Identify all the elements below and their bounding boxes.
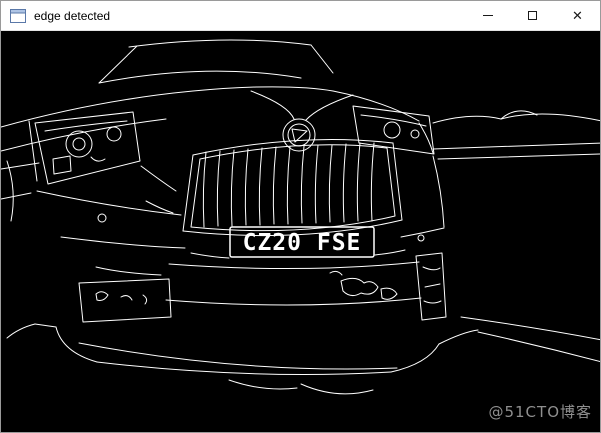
close-icon: ✕ — [572, 9, 583, 22]
app-window: edge detected ✕ — [0, 0, 601, 433]
close-button[interactable]: ✕ — [555, 1, 600, 30]
image-canvas: CZ20 FSE @51CTO博客 — [1, 31, 601, 433]
window-controls: ✕ — [465, 1, 600, 30]
edge-drawing: CZ20 FSE — [1, 31, 601, 433]
watermark: @51CTO博客 — [488, 401, 592, 422]
minimize-button[interactable] — [465, 1, 510, 30]
app-window-icon — [10, 9, 26, 23]
license-plate-text: CZ20 FSE — [243, 230, 362, 256]
minimize-icon — [483, 15, 493, 16]
titlebar[interactable]: edge detected ✕ — [1, 1, 600, 31]
window-title: edge detected — [34, 9, 465, 23]
maximize-icon — [528, 11, 537, 20]
maximize-button[interactable] — [510, 1, 555, 30]
